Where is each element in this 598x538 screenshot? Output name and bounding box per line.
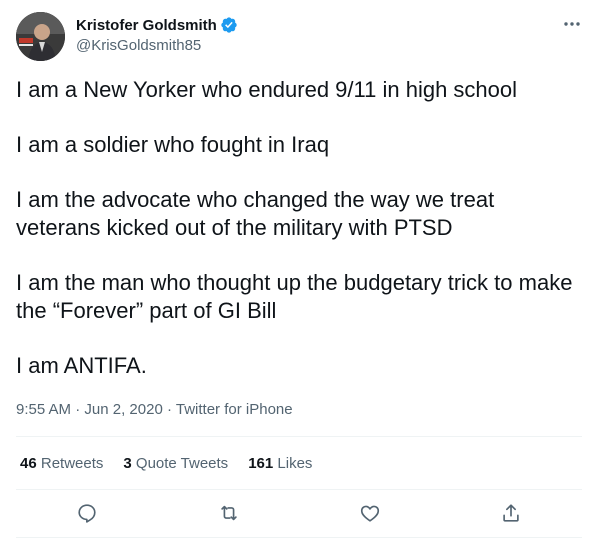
avatar-image — [16, 12, 65, 61]
tweet-stats: 46 Retweets 3 Quote Tweets 161 Likes — [20, 455, 332, 472]
tweet-paragraph: I am the advocate who changed the way we… — [16, 187, 495, 240]
tweet-date[interactable]: Jun 2, 2020 — [84, 401, 162, 418]
quotes-label: Quote Tweets — [135, 455, 229, 472]
verified-badge-icon — [220, 16, 238, 34]
tweet-time[interactable]: 9:55 AM — [16, 401, 71, 418]
likes-stat[interactable]: 161 Likes — [248, 455, 312, 472]
more-options-icon[interactable] — [560, 14, 584, 34]
tweet-header: Kristofer Goldsmith @KrisGoldsmith85 — [16, 12, 584, 62]
retweet-icon[interactable] — [216, 500, 242, 526]
meta-separator: · — [75, 401, 85, 418]
tweet-paragraph: I am a New Yorker who endured 9/11 in hi… — [16, 77, 518, 102]
quotes-stat[interactable]: 3 Quote Tweets — [123, 455, 228, 472]
like-heart-icon[interactable] — [357, 500, 383, 526]
likes-count: 161 — [248, 455, 278, 472]
retweets-stat[interactable]: 46 Retweets — [20, 455, 103, 472]
tweet-text: I am a New Yorker who endured 9/11 in hi… — [16, 76, 576, 407]
author-display-name[interactable]: Kristofer Goldsmith — [76, 17, 217, 34]
tweet-card: Kristofer Goldsmith @KrisGoldsmith85 I a… — [0, 0, 598, 538]
tweet-paragraph: I am the man who thought up the budgetar… — [16, 270, 573, 323]
tweet-paragraph: I am ANTIFA. — [16, 353, 147, 378]
author-names: Kristofer Goldsmith @KrisGoldsmith85 — [76, 15, 238, 54]
avatar[interactable] — [16, 12, 65, 61]
meta-separator: · — [166, 401, 176, 418]
tweet-paragraph: I am a soldier who fought in Iraq — [16, 132, 330, 157]
author-handle[interactable]: @KrisGoldsmith85 — [76, 37, 238, 54]
tweet-source[interactable]: Twitter for iPhone — [176, 401, 293, 418]
action-bar — [0, 500, 598, 528]
share-icon[interactable] — [498, 500, 524, 526]
likes-label: Likes — [277, 455, 313, 472]
divider — [16, 436, 582, 437]
retweets-label: Retweets — [40, 455, 104, 472]
divider — [16, 489, 582, 490]
tweet-meta: 9:55 AM · Jun 2, 2020 · Twitter for iPho… — [16, 401, 293, 418]
reply-icon[interactable] — [74, 500, 100, 526]
retweets-count: 46 — [20, 455, 41, 472]
quotes-count: 3 — [123, 455, 136, 472]
